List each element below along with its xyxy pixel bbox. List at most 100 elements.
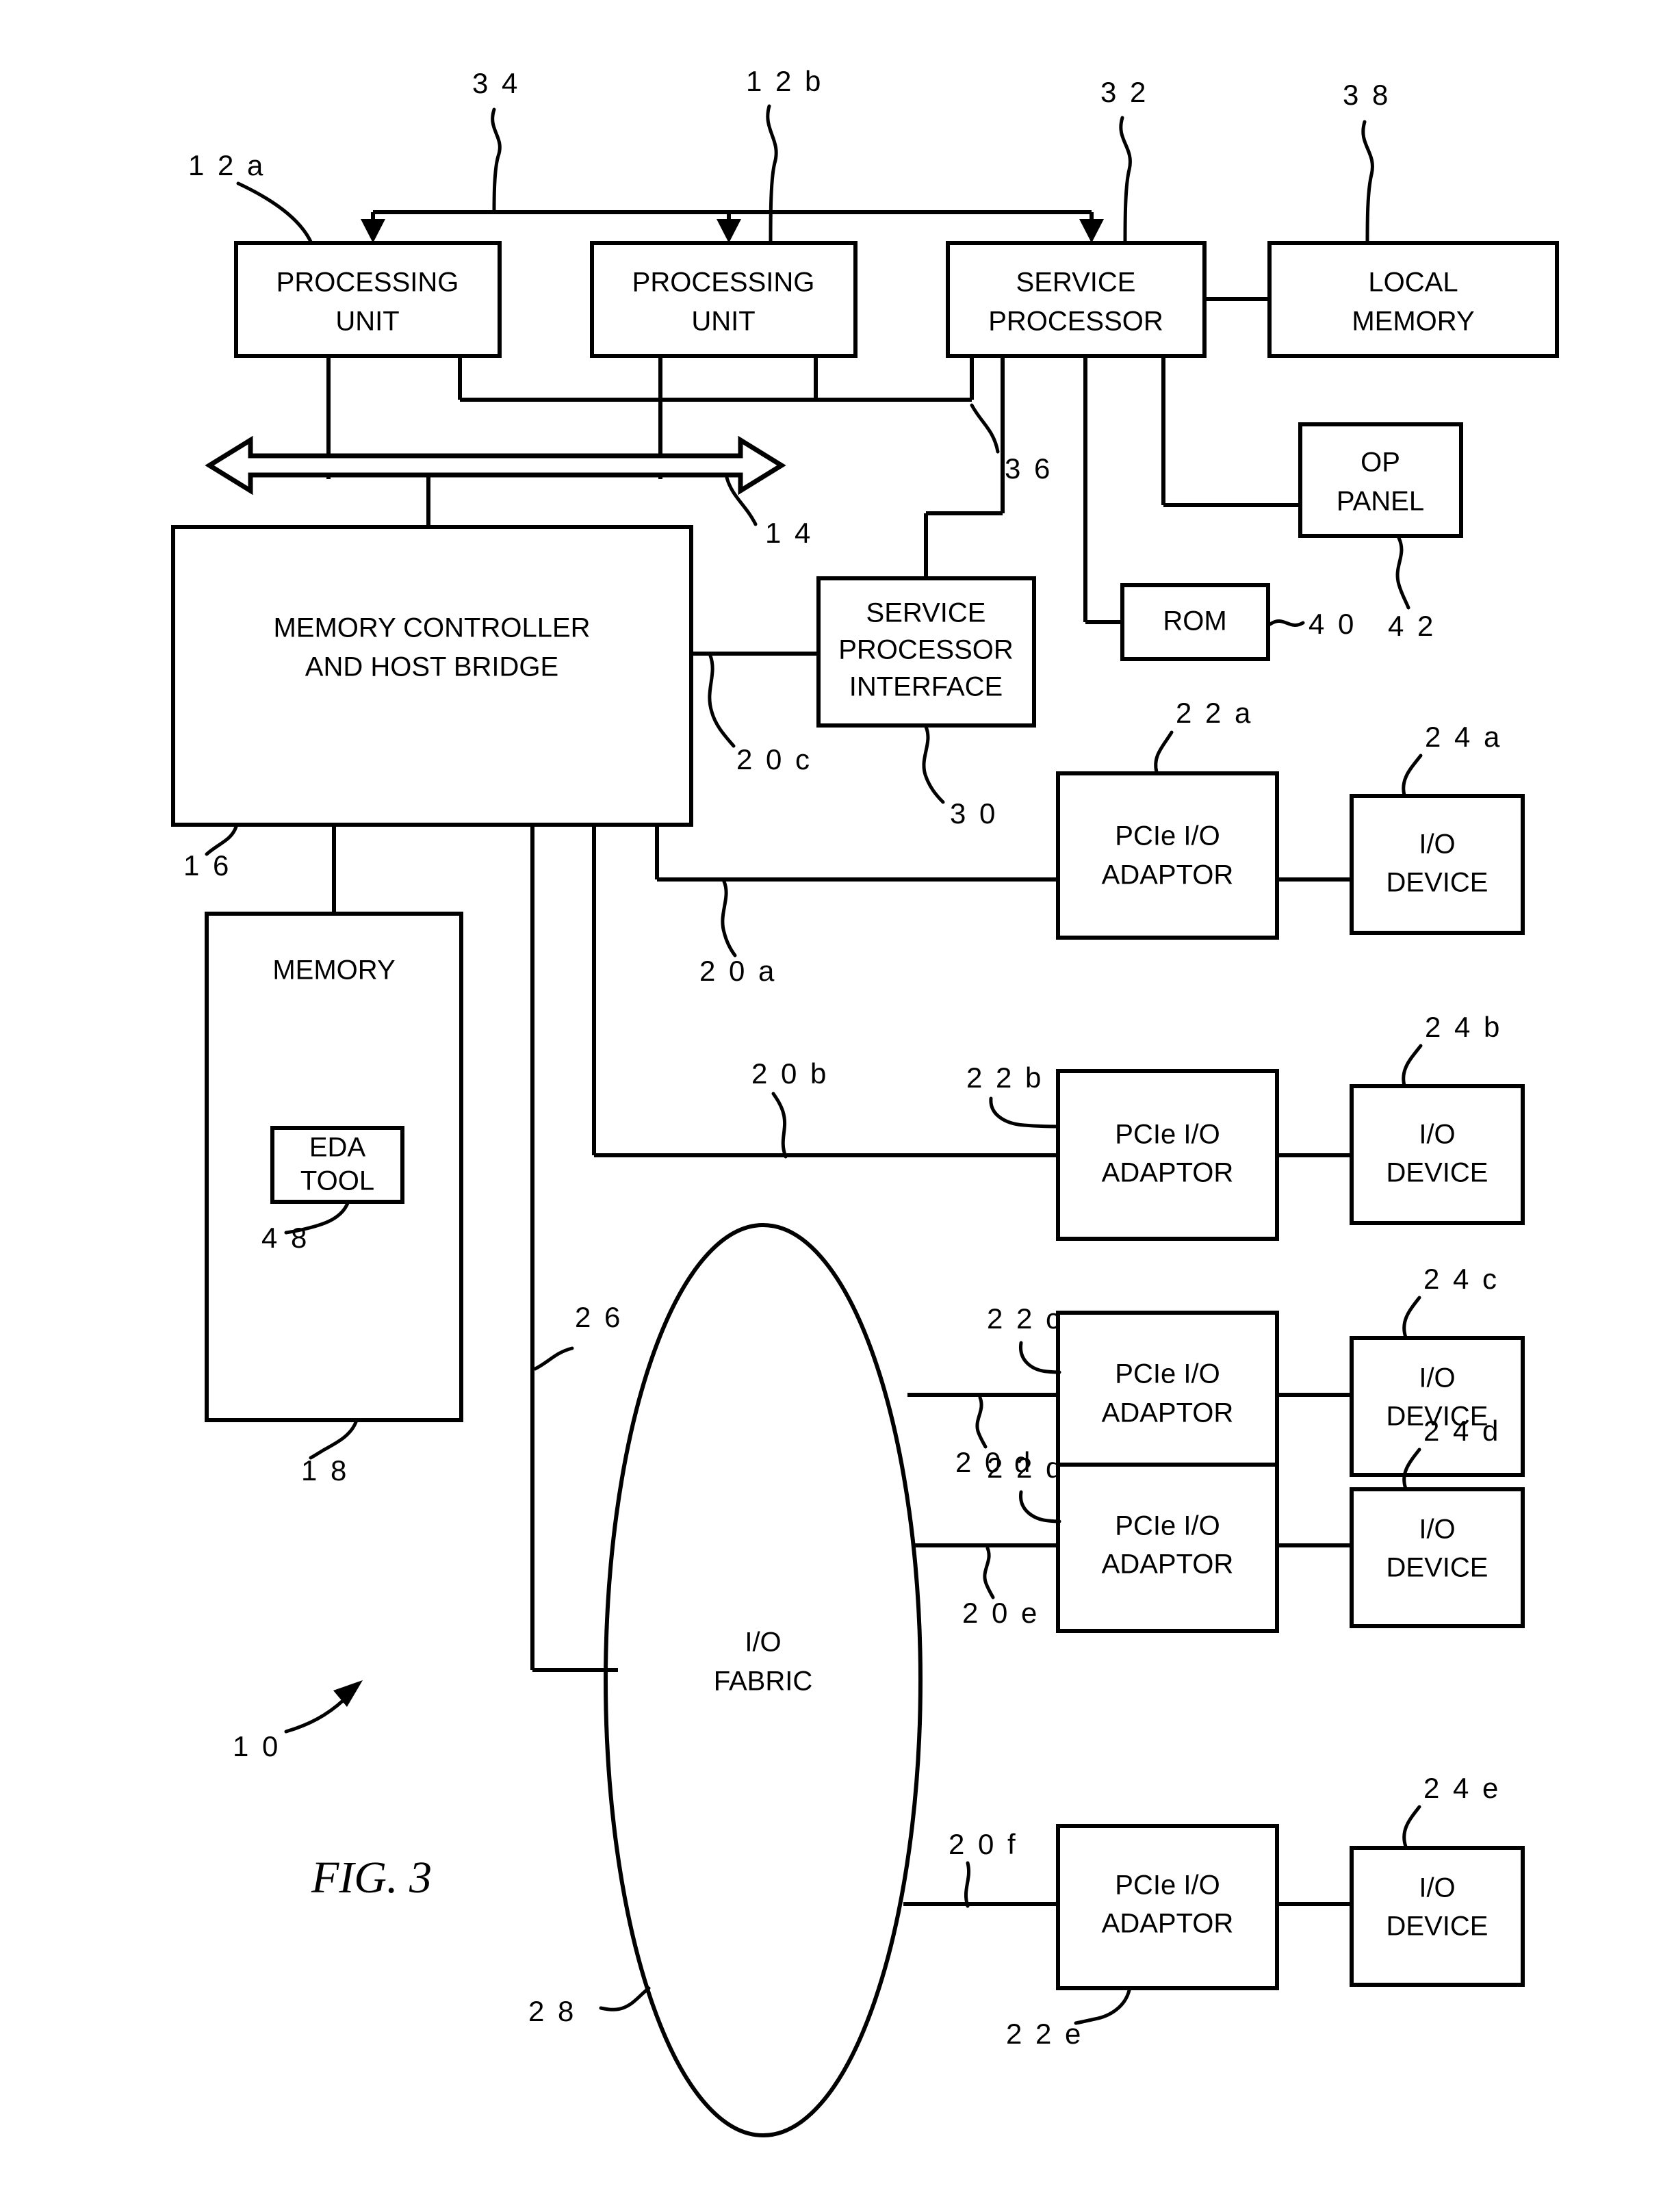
pcie-a-label-line2: ADAPTOR [1102, 860, 1234, 890]
processing-unit-b-box[interactable] [590, 241, 858, 358]
ref-24d: 2 4 d [1423, 1415, 1501, 1447]
pcie-b-label-line1: PCIe I/O [1115, 1120, 1220, 1150]
block-diagram: PROCESSING UNIT PROCESSING UNIT SERVICE … [171, 65, 1559, 2137]
ref-24a: 2 4 a [1425, 721, 1502, 753]
io-device-b-box[interactable] [1350, 1084, 1525, 1225]
pcie-d-label-line1: PCIe I/O [1115, 1511, 1220, 1541]
pcie-io-adaptor-d-box[interactable] [1056, 1463, 1279, 1633]
leader-38 [1361, 120, 1374, 245]
memory-controller-label-line2: AND HOST BRIDGE [305, 652, 558, 682]
spi-label-line1: SERVICE [866, 598, 986, 628]
leader-28 [599, 1986, 651, 2011]
leader-36 [970, 403, 1000, 454]
local-memory-label-line2: MEMORY [1352, 307, 1474, 337]
local-memory-box[interactable] [1267, 241, 1559, 358]
ref-22b: 2 2 b [966, 1062, 1044, 1094]
ref-12a: 1 2 a [188, 149, 266, 181]
io-device-c-label-line1: I/O [1419, 1363, 1455, 1393]
ref-28: 2 8 [528, 1995, 576, 2027]
ref-18: 1 8 [301, 1454, 349, 1487]
ref-20b: 2 0 b [751, 1057, 829, 1090]
ref-30: 3 0 [950, 797, 998, 830]
memory-controller-label-line1: MEMORY CONTROLLER [273, 613, 590, 643]
processing-unit-a-box[interactable] [234, 241, 502, 358]
service-processor-label-line1: SERVICE [1016, 268, 1136, 298]
pcie-a-label-line1: PCIe I/O [1115, 821, 1220, 851]
ref-40: 4 0 [1309, 608, 1356, 640]
op-panel-label-line1: OP [1361, 448, 1400, 478]
processing-unit-a-label-line1: PROCESSING [276, 268, 459, 298]
pcie-c-label-line2: ADAPTOR [1102, 1398, 1234, 1428]
pcie-io-adaptor-c-box[interactable] [1056, 1311, 1279, 1479]
figure-caption: FIG. 3 [311, 1853, 432, 1903]
ref-20e: 2 0 e [962, 1597, 1040, 1629]
io-device-a-label-line2: DEVICE [1387, 868, 1488, 898]
io-device-d-label-line2: DEVICE [1387, 1553, 1488, 1583]
pcie-c-label-line1: PCIe I/O [1115, 1359, 1220, 1389]
ref-12b: 1 2 b [746, 65, 823, 97]
io-device-d-label-line1: I/O [1419, 1515, 1455, 1545]
arrowhead-to-pu-b [717, 219, 741, 243]
leader-22b [989, 1096, 1060, 1129]
leader-24b [1402, 1044, 1423, 1088]
ref-36: 3 6 [1005, 452, 1053, 485]
leader-22c [1019, 1341, 1061, 1374]
ref-32: 3 2 [1100, 76, 1148, 108]
leader-12a [236, 181, 313, 245]
ref-34: 3 4 [472, 67, 520, 99]
leader-22d [1019, 1490, 1061, 1523]
ref-20a: 2 0 a [699, 955, 777, 987]
patent-figure-page: PROCESSING UNIT PROCESSING UNIT SERVICE … [0, 0, 1663, 2212]
ref-20c: 2 0 c [736, 743, 812, 775]
leader-20c [708, 654, 736, 748]
processing-unit-b-label-line2: UNIT [691, 307, 755, 337]
leader-30 [922, 725, 945, 804]
eda-tool-label-line2: TOOL [300, 1166, 374, 1196]
io-device-a-label-line1: I/O [1419, 830, 1455, 860]
processing-unit-a-label-line2: UNIT [335, 307, 399, 337]
ref-20f: 2 0 f [949, 1828, 1018, 1860]
ref-14: 1 4 [765, 517, 813, 549]
op-panel-label-line2: PANEL [1337, 487, 1424, 517]
arrowhead-to-pu-a [361, 219, 385, 243]
ref-48: 4 8 [261, 1222, 309, 1254]
leader-32 [1119, 116, 1132, 245]
pcie-d-label-line2: ADAPTOR [1102, 1549, 1234, 1580]
pcie-b-label-line2: ADAPTOR [1102, 1158, 1234, 1188]
ref-26: 2 6 [575, 1301, 623, 1333]
spi-label-line2: PROCESSOR [838, 635, 1014, 665]
leader-24a [1402, 754, 1423, 797]
leader-22e [1074, 1988, 1131, 2025]
spi-label-line3: INTERFACE [849, 672, 1003, 702]
op-panel-box[interactable] [1298, 422, 1463, 538]
leader-20b [771, 1092, 788, 1159]
leader-18 [309, 1420, 358, 1460]
ref-24e: 2 4 e [1423, 1772, 1501, 1804]
ref-24c: 2 4 c [1423, 1263, 1499, 1295]
pcie-io-adaptor-a-box[interactable] [1056, 771, 1279, 940]
ref-42: 4 2 [1388, 610, 1436, 642]
io-fabric-label-line2: FABRIC [714, 1667, 812, 1697]
io-fabric-label-line1: I/O [745, 1628, 781, 1658]
ref-22e: 2 2 e [1006, 2018, 1083, 2050]
arrowhead-to-sp [1079, 219, 1104, 243]
pcie-e-label-line1: PCIe I/O [1115, 1870, 1220, 1901]
leader-24e [1402, 1805, 1421, 1849]
ref-22a: 2 2 a [1176, 697, 1253, 729]
ref-10: 1 0 [233, 1730, 281, 1762]
ref-16: 1 6 [183, 849, 231, 882]
memory-label: MEMORY [272, 955, 395, 986]
leader-20d [975, 1396, 988, 1449]
leader-20f [964, 1861, 970, 1908]
pcie-io-adaptor-e-box[interactable] [1056, 1824, 1279, 1990]
leader-12b [766, 104, 778, 245]
pcie-e-label-line2: ADAPTOR [1102, 1909, 1234, 1939]
io-device-a-box[interactable] [1350, 794, 1525, 935]
ref-22d: 2 2 d [987, 1452, 1064, 1484]
service-processor-box[interactable] [946, 241, 1207, 358]
leader-22a [1154, 730, 1174, 774]
rom-label: ROM [1163, 606, 1226, 636]
service-processor-label-line2: PROCESSOR [988, 307, 1163, 337]
pcie-io-adaptor-b-box[interactable] [1056, 1069, 1279, 1241]
io-device-b-label-line2: DEVICE [1387, 1158, 1488, 1188]
